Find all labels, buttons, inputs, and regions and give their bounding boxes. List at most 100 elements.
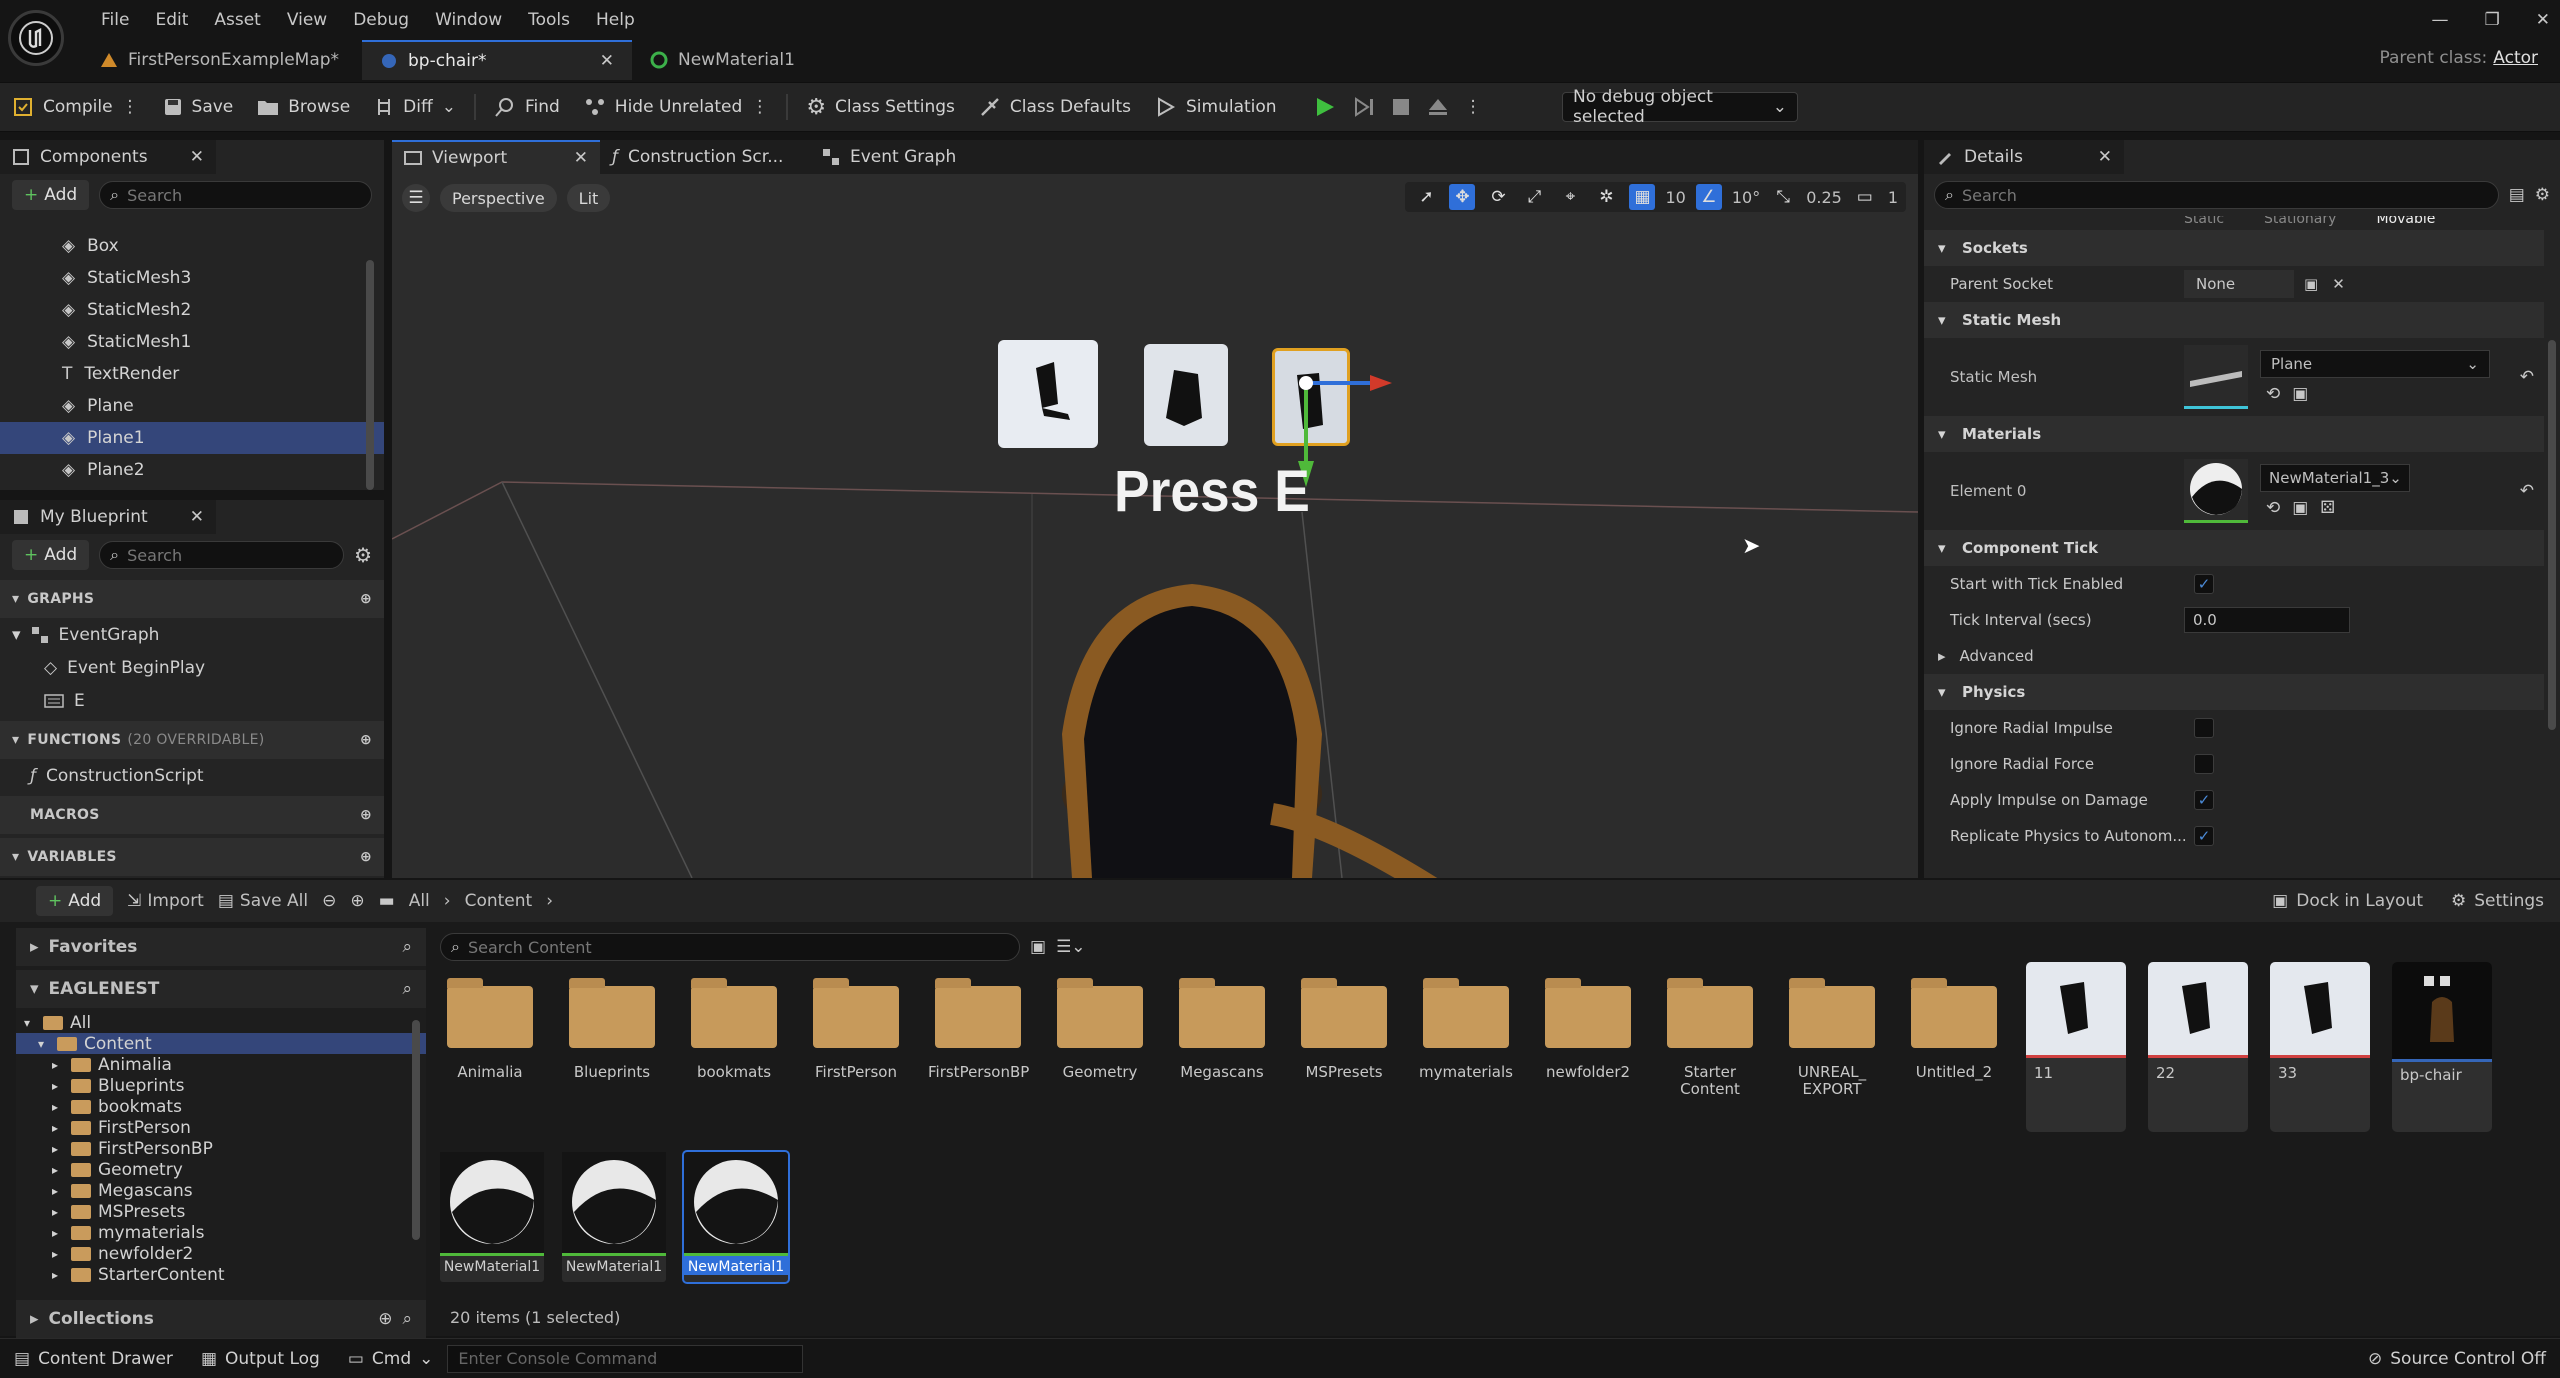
tree-folder-item[interactable]: ▸ MSPresets [16,1201,426,1222]
surface-snap-icon[interactable]: ✲ [1593,184,1619,210]
tree-folder-item[interactable]: ▸ Geometry [16,1159,426,1180]
diff-button[interactable]: Diff ⌄ [362,82,468,132]
material-options-icon[interactable]: ⚄ [2320,498,2335,518]
functions-section[interactable]: ▾ FUNCTIONS (20 OVERRIDABLE) ⊕ [0,721,384,759]
translate-icon[interactable]: ✥ [1449,184,1476,210]
simulation-button[interactable]: Simulation [1143,82,1289,132]
unreal-logo-icon[interactable] [8,10,64,66]
perspective-button[interactable]: Perspective [440,184,557,212]
caret-right-icon[interactable]: ▸ [52,1121,64,1135]
component-item[interactable]: ◈ Box [0,230,384,262]
caret-right-icon[interactable]: ▸ [52,1247,64,1261]
lit-button[interactable]: Lit [566,184,611,212]
caret-right-icon[interactable]: ▸ [52,1268,64,1282]
folder-asset[interactable]: mymaterials [1416,974,1516,1094]
cb-add-button[interactable]: + Add [36,886,114,916]
class-defaults-button[interactable]: Class Defaults [967,82,1143,132]
material-asset[interactable]: NewMaterial1 [682,1150,790,1284]
tab-construction-script[interactable]: ƒ Construction Scr... [600,140,810,174]
stop-icon[interactable] [1391,97,1411,117]
select-icon[interactable]: ➚ [1413,184,1439,210]
folder-asset[interactable]: Geometry [1050,974,1150,1094]
apply-impulse-damage-checkbox[interactable]: ✓ [2194,790,2214,810]
add-component-button[interactable]: + Add [12,180,90,210]
caret-right-icon[interactable]: ▸ [52,1079,64,1093]
use-selected-icon[interactable]: ⟲ [2266,384,2280,404]
scene-plane-chair-2[interactable] [1144,344,1228,446]
folder-asset[interactable]: Starter Content [1660,974,1760,1098]
grid-snap-value[interactable]: 10 [1665,188,1685,207]
material-asset[interactable]: NewMaterial1 [440,1152,544,1282]
breadcrumb-content[interactable]: Content [465,891,533,911]
cb-settings-button[interactable]: ⚙ Settings [2451,891,2544,911]
forward-icon[interactable]: ⊕ [350,891,364,911]
folder-asset[interactable]: newfolder2 [1538,974,1638,1094]
folder-asset[interactable]: Untitled_2 [1904,974,2004,1094]
tree-folder-item[interactable]: ▸ FirstPerson [16,1117,426,1138]
console-input[interactable]: Enter Console Command [447,1344,804,1373]
tree-folder-item[interactable]: ▾ Content [16,1033,426,1054]
menu-file[interactable]: File [88,10,142,30]
tree-folder-item[interactable]: ▸ Megascans [16,1180,426,1201]
back-icon[interactable]: ⊖ [322,891,336,911]
menu-help[interactable]: Help [583,10,648,30]
scene-plane-chair-1[interactable] [998,340,1098,448]
rotation-snap-icon[interactable]: ∠ [1695,184,1722,210]
material-dropdown[interactable]: NewMaterial1_3 ⌄ [2260,464,2410,492]
minimize-icon[interactable]: — [2432,10,2449,30]
material-thumbnail[interactable] [2184,459,2248,523]
search-icon[interactable]: ⌕ [402,937,412,957]
gear-icon[interactable]: ⚙ [2535,185,2550,205]
start-tick-checkbox[interactable]: ✓ [2194,574,2214,594]
parent-socket-value[interactable]: None [2184,270,2294,298]
browse-asset-icon[interactable]: ▣ [2292,498,2308,518]
reset-arrow-icon[interactable]: ↶ [2520,367,2534,387]
component-item[interactable]: ◈ StaticMesh2 [0,294,384,326]
details-search-input[interactable]: ⌕ Search [1934,181,2499,209]
tree-folder-item[interactable]: ▸ bookmats [16,1096,426,1117]
gear-icon[interactable]: ⚙ [354,543,372,567]
rotation-snap-value[interactable]: 10° [1732,188,1760,207]
press-e-text-render[interactable]: Press E [1114,458,1310,525]
tab-viewport[interactable]: Viewport ✕ [392,140,600,174]
folder-asset[interactable]: MSPresets [1294,974,1394,1094]
static-mesh-dropdown[interactable]: Plane ⌄ [2260,350,2490,378]
add-circle-icon[interactable]: ⊕ [360,591,372,607]
kebab-icon[interactable]: ⋮ [751,97,768,117]
content-drawer-button[interactable]: ▤ Content Drawer [0,1339,187,1378]
caret-right-icon[interactable]: ▸ [52,1142,64,1156]
close-icon[interactable]: ✕ [574,148,588,168]
texture-asset[interactable]: 11 [2026,962,2126,1132]
use-selected-icon[interactable]: ⟲ [2266,498,2280,518]
component-item[interactable]: ◈ Plane2 [0,454,384,486]
mobility-stationary[interactable]: Stationary [2264,216,2336,227]
output-log-button[interactable]: ▦ Output Log [187,1339,334,1378]
debug-object-select[interactable]: No debug object selected ⌄ [1562,87,1798,127]
add-circle-icon[interactable]: ⊕ [360,732,372,748]
caret-down-icon[interactable]: ▾ [38,1037,50,1051]
details-scrollbar[interactable] [2548,340,2556,730]
tree-folder-item[interactable]: ▸ newfolder2 [16,1243,426,1264]
tree-folder-item[interactable]: ▾ All [16,1012,426,1033]
find-button[interactable]: Find [482,82,572,132]
sockets-section[interactable]: ▾ Sockets [1924,230,2544,266]
ignore-radial-impulse-checkbox[interactable] [2194,718,2214,738]
parent-class-value[interactable]: Actor [2493,48,2538,68]
add-circle-icon[interactable]: ⊕ [360,849,372,865]
event-begin-play-item[interactable]: ◇ Event BeginPlay [0,651,384,684]
caret-right-icon[interactable]: ▸ [52,1184,64,1198]
caret-right-icon[interactable]: ▸ [52,1163,64,1177]
my-blueprint-tab[interactable]: My Blueprint ✕ [0,500,216,534]
tree-folder-item[interactable]: ▸ StarterContent [16,1264,426,1285]
reset-arrow-icon[interactable]: ↶ [2520,481,2534,501]
close-icon[interactable]: ✕ [2098,147,2112,167]
favorites-header[interactable]: ▸ Favorites ⌕ [16,928,426,966]
play-icon[interactable] [1313,95,1337,119]
texture-asset[interactable]: 22 [2148,962,2248,1132]
my-blueprint-search-input[interactable]: ⌕ Search [99,541,345,569]
tree-scrollbar[interactable] [412,1020,420,1240]
menu-window[interactable]: Window [422,10,515,30]
physics-section[interactable]: ▾ Physics [1924,674,2544,710]
tab-first-person-map[interactable]: FirstPersonExampleMap* [82,40,362,80]
caret-right-icon[interactable]: ▸ [52,1205,64,1219]
